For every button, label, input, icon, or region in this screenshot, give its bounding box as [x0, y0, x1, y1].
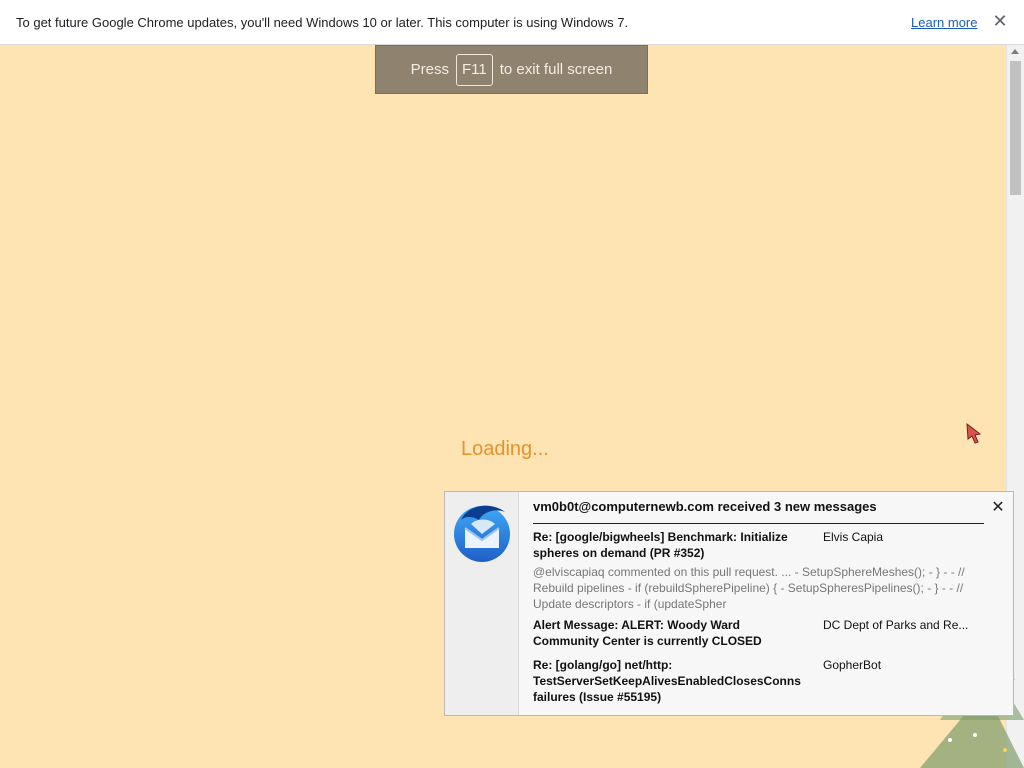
toast-suffix: to exit full screen	[499, 61, 613, 78]
toast-prefix: Press	[410, 61, 450, 78]
learn-more-link[interactable]: Learn more	[911, 15, 977, 30]
mail-item[interactable]: Re: [google/bigwheels] Benchmark: Initia…	[533, 529, 993, 611]
mail-preview: @elviscapiaq commented on this pull requ…	[533, 565, 965, 611]
mail-subject: Re: [golang/go] net/http: TestServerSetK…	[533, 658, 801, 704]
mail-sender: GopherBot	[823, 658, 882, 672]
thunderbird-logo-icon	[454, 505, 510, 562]
close-icon[interactable]: ✕	[990, 10, 1010, 32]
infobar-message: To get future Google Chrome updates, you…	[16, 15, 629, 30]
chrome-update-infobar: To get future Google Chrome updates, you…	[0, 0, 1024, 45]
scroll-up-arrow-icon[interactable]	[1011, 49, 1019, 54]
loading-text: Loading...	[461, 438, 549, 460]
mail-item[interactable]: Alert Message: ALERT: Woody Ward Communi…	[533, 617, 993, 653]
f11-key-badge: F11	[456, 53, 493, 86]
mail-item[interactable]: Re: [golang/go] net/http: TestServerSetK…	[533, 657, 993, 709]
notification-icon-pane	[445, 492, 519, 715]
mail-subject: Alert Message: ALERT: Woody Ward Communi…	[533, 618, 762, 648]
mouse-cursor-icon	[966, 422, 982, 444]
scrollbar-thumb[interactable]	[1010, 61, 1021, 195]
notification-close-icon[interactable]: ✕	[988, 498, 1008, 518]
mail-sender: DC Dept of Parks and Re...	[823, 618, 969, 632]
mail-subject: Re: [google/bigwheels] Benchmark: Initia…	[533, 530, 788, 560]
fullscreen-exit-toast: Press F11 to exit full screen	[375, 45, 648, 94]
notification-header: vm0b0t@computernewb.com received 3 new m…	[533, 499, 984, 524]
mail-sender: Elvis Capia	[823, 530, 884, 544]
new-mail-notification[interactable]: vm0b0t@computernewb.com received 3 new m…	[444, 491, 1014, 716]
